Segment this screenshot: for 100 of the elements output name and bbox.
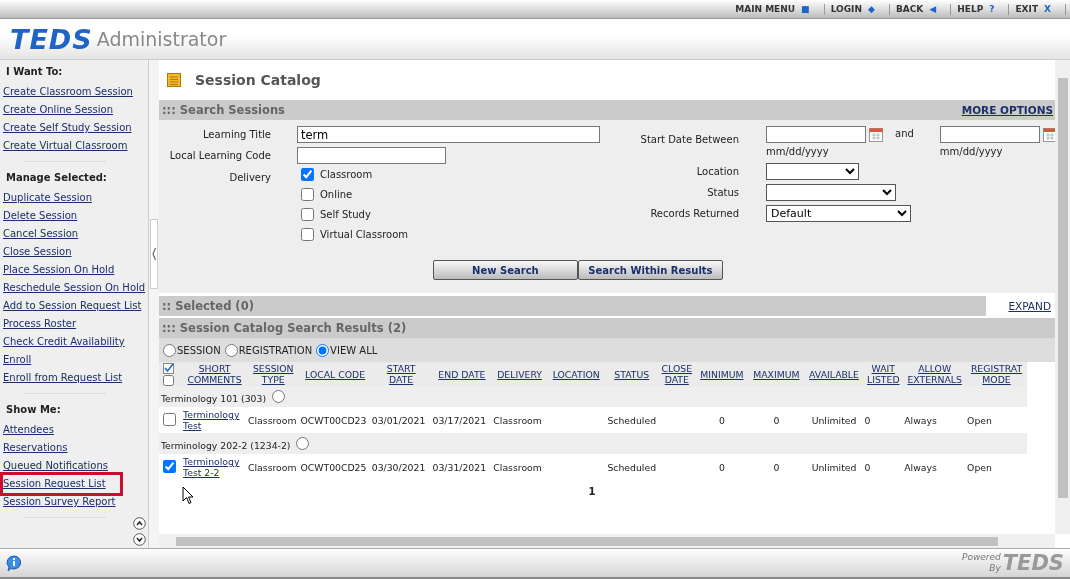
collapse-handle[interactable] — [150, 219, 158, 289]
sidebar-link[interactable]: Create Self Study Session — [3, 119, 132, 137]
checkbox[interactable] — [301, 188, 314, 201]
sidebar-link[interactable]: Reschedule Session On Hold — [3, 279, 146, 297]
table-cell: Unlimited — [811, 461, 857, 473]
sidebar-link[interactable]: Check Credit Availability — [3, 333, 125, 351]
column-header[interactable]: LOCATION — [552, 368, 600, 380]
check-all-icon[interactable] — [163, 362, 174, 374]
row-checkbox[interactable] — [163, 412, 176, 426]
group-title: Terminology 202-2 (1234-2) — [161, 440, 291, 451]
page-number[interactable]: 1 — [588, 486, 596, 497]
column-header[interactable]: MINIMUM — [700, 368, 744, 380]
radio-label: SESSION — [177, 344, 221, 356]
table-cell: 0 — [773, 461, 780, 473]
checkbox[interactable] — [301, 228, 314, 241]
table-cell: Classroom — [248, 461, 297, 473]
status-dropdown[interactable] — [766, 184, 896, 201]
sidebar-link[interactable]: Session Request List — [3, 475, 120, 493]
checkbox[interactable] — [301, 168, 314, 181]
sidebar-link[interactable]: Process Roster — [3, 315, 77, 333]
column-header[interactable]: AVAILABLE — [809, 368, 859, 380]
top-nav-link[interactable]: MAIN MENU ■ — [735, 4, 810, 14]
sidebar-link[interactable]: Enroll — [3, 351, 32, 369]
radio-button[interactable] — [296, 437, 310, 450]
column-header[interactable]: SHORT COMMENTS — [187, 363, 242, 385]
checkbox[interactable] — [301, 208, 314, 221]
sidebar-link[interactable]: Enroll from Request List — [3, 369, 123, 387]
top-nav-link[interactable]: BACK ◀ — [895, 4, 937, 14]
sidebar-link[interactable]: Cancel Session — [3, 225, 79, 243]
radio-button[interactable] — [316, 343, 330, 357]
sidebar-link[interactable]: Create Online Session — [3, 101, 113, 119]
select-all-checkbox[interactable] — [163, 374, 174, 386]
field-label: Delivery — [228, 172, 271, 183]
top-nav-link[interactable]: EXIT X — [1015, 4, 1051, 14]
column-header[interactable]: REGISTRAT MODE — [970, 363, 1023, 385]
column-header[interactable]: DELIVERY — [497, 368, 542, 380]
radio-button[interactable] — [224, 343, 238, 357]
search-button[interactable]: Search Within Results — [577, 260, 723, 280]
row-checkbox[interactable] — [163, 459, 176, 473]
column-header[interactable]: WAIT LISTED — [867, 363, 900, 385]
sidebar-link[interactable]: Attendees — [3, 421, 54, 439]
table-cell: Scheduled — [607, 461, 657, 473]
section-title: ::: Session Catalog Search Results (2) — [162, 321, 407, 335]
group-title: Terminology 101 (303) — [161, 393, 267, 404]
search-button[interactable]: New Search — [432, 260, 578, 280]
section-title: :: Selected (0) — [162, 299, 254, 313]
local-code-field[interactable] — [297, 147, 446, 164]
sidebar-link[interactable]: Close Session — [3, 243, 72, 261]
field-label: Learning Title — [201, 129, 271, 140]
column-header[interactable]: END DATE — [438, 368, 486, 380]
radio-button[interactable] — [272, 390, 286, 403]
sidebar-link[interactable]: Session Survey Report — [3, 493, 116, 511]
sidebar-link[interactable]: Queued Notifications — [3, 457, 108, 475]
page-title: Session Catalog — [195, 72, 321, 88]
more-options-link[interactable]: MORE OPTIONS — [961, 104, 1053, 116]
table-cell: 03/17/2021 — [432, 414, 487, 426]
table-cell: Classroom — [248, 414, 297, 426]
radio-button[interactable] — [163, 343, 176, 357]
info-icon[interactable] — [6, 554, 22, 572]
vertical-scrollbar[interactable] — [1055, 60, 1070, 534]
field-label: Start Date Between — [639, 134, 739, 145]
column-header[interactable]: MAXIMUM — [753, 368, 800, 380]
column-header[interactable]: LOCAL CODE — [305, 368, 366, 380]
nav-icon: ◆ — [867, 4, 875, 14]
table-cell: Classroom — [493, 461, 542, 473]
expand-link[interactable]: EXPAND — [986, 296, 1055, 316]
sidebar-link[interactable]: Create Classroom Session — [3, 83, 133, 101]
sidebar-link[interactable]: Reservations — [3, 439, 68, 457]
start-date-field[interactable] — [766, 126, 866, 143]
sidebar-link[interactable]: Create Virtual Classroom — [3, 137, 128, 155]
horizontal-scrollbar[interactable] — [159, 534, 1055, 548]
column-header[interactable]: STATUS — [614, 368, 650, 380]
sidebar-link[interactable]: Duplicate Session — [3, 189, 92, 207]
location-dropdown[interactable] — [766, 163, 859, 180]
scroll-down-icon[interactable] — [133, 533, 146, 546]
top-nav-link[interactable]: LOGIN ◆ — [830, 4, 875, 14]
product-name: Administrator — [96, 28, 227, 50]
column-header[interactable]: ALLOW EXTERNALS — [907, 363, 962, 385]
checkbox-label: Self Study — [320, 209, 371, 220]
checkbox-label: Online — [320, 189, 353, 200]
scroll-up-icon[interactable] — [133, 517, 146, 530]
table-cell: Open — [967, 461, 992, 473]
sidebar-heading: I Want To: — [5, 66, 64, 79]
end-date-field[interactable] — [939, 126, 1040, 143]
records-returned-dropdown[interactable]: Default — [766, 205, 911, 222]
column-header[interactable]: CLOSE DATE — [661, 363, 692, 385]
top-nav-link[interactable]: HELP ? — [957, 4, 995, 14]
nav-icon: ? — [989, 4, 995, 14]
powered-by-text: Powered — [961, 553, 1001, 563]
learning-title-field[interactable]: term — [297, 126, 600, 143]
sidebar-link[interactable]: Place Session On Hold — [3, 261, 115, 279]
column-header[interactable]: SESSION TYPE — [252, 363, 294, 385]
sidebar-heading: Manage Selected: — [5, 172, 108, 185]
table-cell: OCWT00CD25 — [300, 461, 367, 473]
nav-icon: X — [1044, 4, 1051, 14]
column-header[interactable]: START DATE — [386, 363, 416, 385]
table-cell: 0 — [864, 414, 871, 426]
sidebar-link[interactable]: Delete Session — [3, 207, 78, 225]
sidebar-link[interactable]: Add to Session Request List — [3, 297, 142, 315]
radio-label: VIEW ALL — [330, 344, 378, 356]
